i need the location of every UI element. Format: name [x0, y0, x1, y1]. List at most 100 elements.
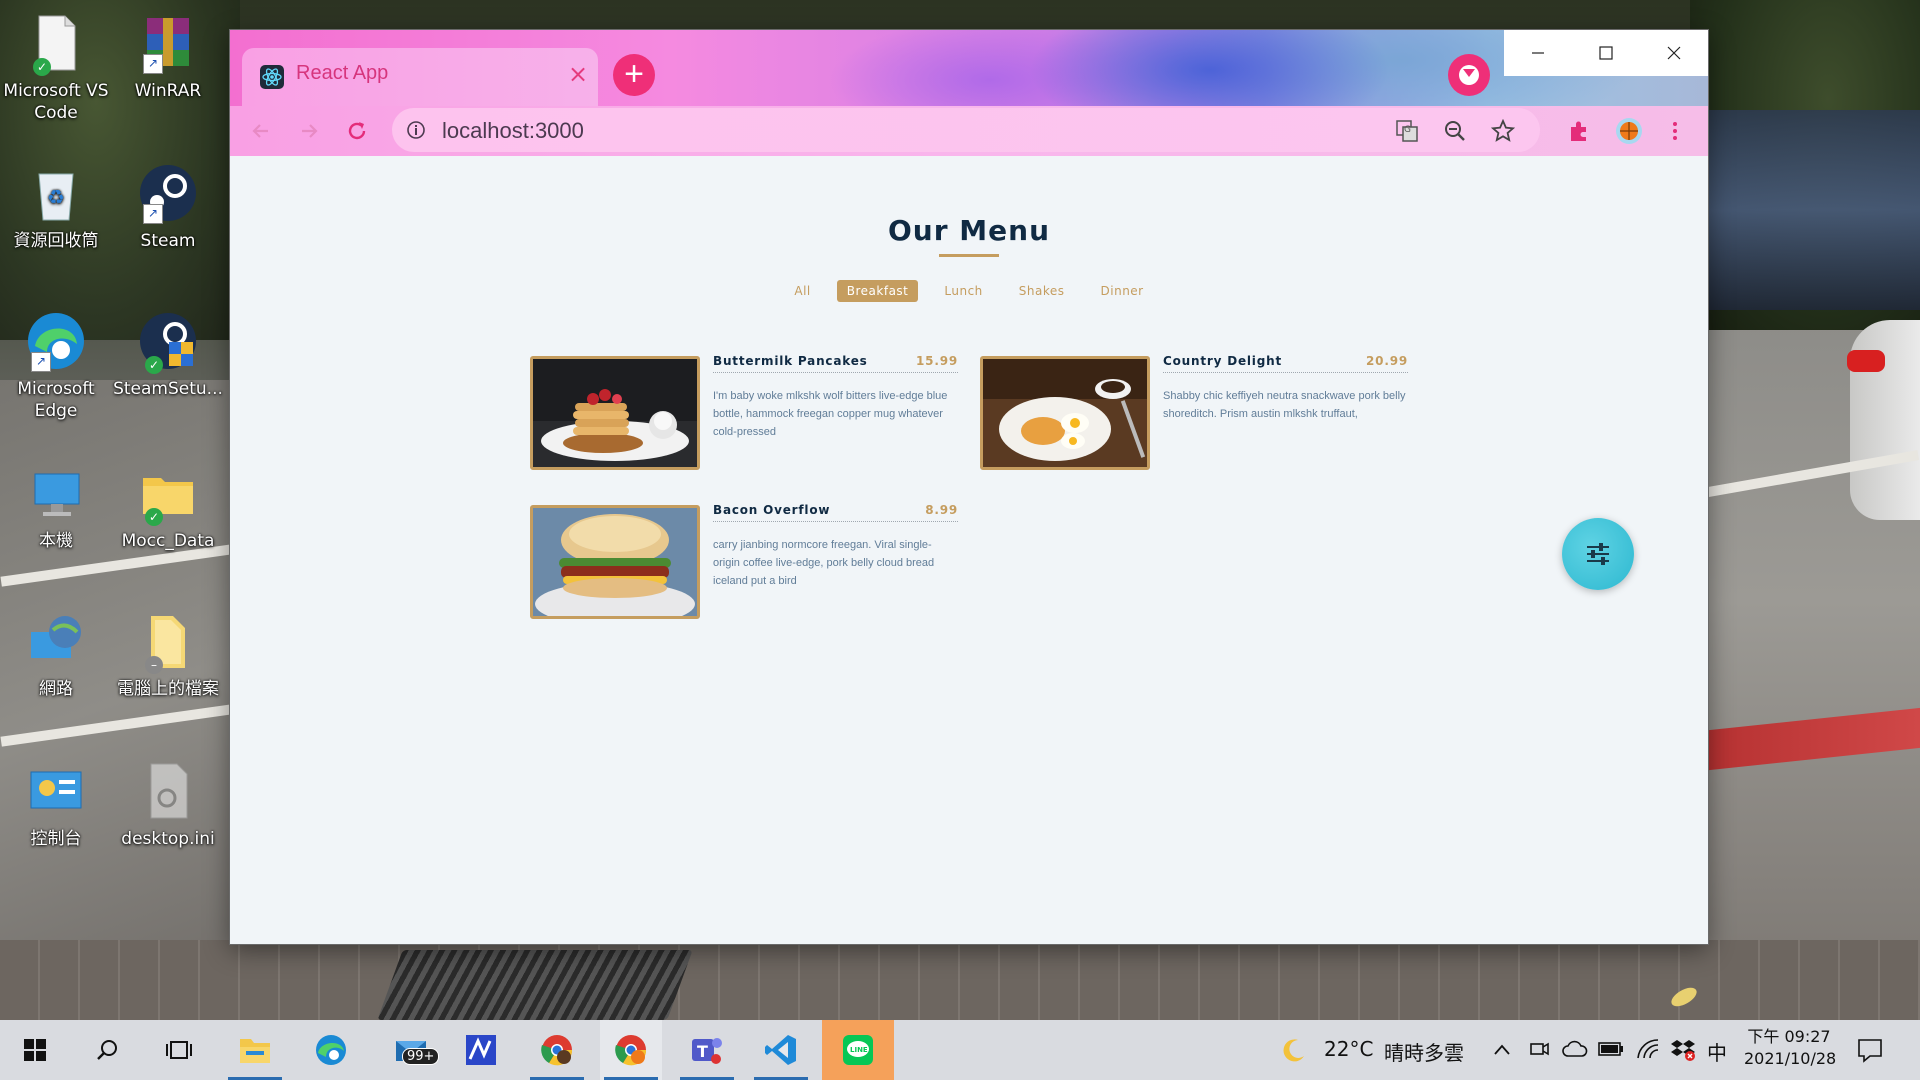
desktop-icon-label: 本機	[39, 531, 73, 551]
address-bar[interactable]: localhost:3000 G	[392, 108, 1540, 152]
back-button[interactable]	[244, 114, 278, 148]
new-tab-button[interactable]: +	[613, 54, 655, 96]
shortcut-arrow-icon: ↗	[143, 54, 163, 74]
bookmark-button[interactable]	[1488, 116, 1518, 146]
desktop-icon-label: desktop.ini	[121, 829, 215, 849]
mail-unread-badge: 99+	[402, 1048, 440, 1065]
taskbar-line[interactable]: LINE	[822, 1020, 894, 1080]
more-vert-icon	[1673, 122, 1677, 140]
browser-menu-button[interactable]	[1658, 114, 1692, 148]
filter-all-button[interactable]: All	[784, 280, 820, 302]
task-view-button[interactable]	[148, 1020, 210, 1080]
tab-react-app[interactable]: React App ×	[242, 48, 598, 106]
sync-ok-icon: ✓	[145, 508, 163, 526]
wallpaper-car-taillight	[1847, 350, 1885, 372]
taskbar-mail[interactable]: 99+	[380, 1020, 442, 1080]
desktop-icon-label: 電腦上的檔案	[117, 679, 219, 699]
item-name: Bacon Overflow	[713, 503, 831, 517]
browser-toolbar: localhost:3000 G	[230, 106, 1708, 156]
tab-title: React App	[296, 62, 389, 84]
svg-text:T: T	[697, 1042, 708, 1061]
weather-description[interactable]: 晴時多雲	[1384, 1037, 1464, 1066]
desktop-icon-this-pc[interactable]: 本機	[0, 462, 112, 552]
folder-icon: –	[137, 610, 199, 674]
network-icon	[25, 610, 87, 672]
svg-text:G: G	[1404, 125, 1411, 135]
item-description: I'm baby woke mlkshk wolf bitters live-e…	[713, 390, 948, 438]
menu-item: Country Delight 20.99 Shabby chic keffiy…	[980, 354, 1408, 470]
onedrive-cloud-icon[interactable]	[1562, 1038, 1588, 1060]
maximize-button[interactable]	[1572, 30, 1640, 76]
wifi-icon[interactable]	[1636, 1038, 1660, 1060]
clock[interactable]: 下午 09:27 2021/10/28	[1744, 1026, 1836, 1070]
zoom-out-icon	[1445, 121, 1465, 141]
desktop-icon-files-on-pc[interactable]: – 電腦上的檔案	[112, 610, 224, 700]
desktop-icon-winrar[interactable]: ↗ WinRAR	[112, 12, 224, 102]
country-delight-photo	[980, 356, 1150, 470]
desktop-icon-mocc-data[interactable]: ✓ Mocc_Data	[112, 462, 224, 552]
recycle-bin-icon: ♻	[25, 162, 87, 224]
desktop-icon-steamsetup[interactable]: ✓ SteamSetu...	[112, 310, 224, 400]
chrome-icon	[615, 1035, 647, 1066]
desktop-icon-vscode[interactable]: ✓ Microsoft VS Code	[0, 12, 112, 124]
tab-search-button[interactable]	[1448, 54, 1490, 96]
search-button[interactable]	[76, 1020, 138, 1080]
notification-icon[interactable]	[1856, 1036, 1884, 1064]
info-icon[interactable]	[406, 120, 426, 140]
category-filters: All Breakfast Lunch Shakes Dinner	[230, 280, 1708, 302]
search-icon	[97, 1040, 117, 1060]
start-button[interactable]	[4, 1020, 66, 1080]
taskbar-app-mm[interactable]	[450, 1020, 512, 1080]
taskbar-chrome-2[interactable]	[600, 1020, 662, 1080]
item-header: Bacon Overflow 8.99	[713, 503, 958, 522]
taskbar-file-explorer[interactable]	[224, 1020, 286, 1080]
floating-settings-button[interactable]	[1562, 518, 1634, 590]
reload-icon	[348, 122, 366, 140]
close-window-button[interactable]	[1640, 30, 1708, 76]
item-price: 8.99	[925, 503, 958, 517]
filter-dinner-button[interactable]: Dinner	[1091, 280, 1154, 302]
taskbar-vscode[interactable]	[750, 1020, 812, 1080]
svg-text:LINE: LINE	[850, 1046, 868, 1054]
tab-close-icon[interactable]: ×	[568, 60, 588, 88]
zoom-button[interactable]	[1440, 116, 1470, 146]
reload-button[interactable]	[340, 114, 374, 148]
chevron-up-icon[interactable]	[1492, 1040, 1512, 1060]
desktop-icon-edge[interactable]: ↗ Microsoft Edge	[0, 310, 112, 422]
vscode-icon	[765, 1035, 796, 1065]
desktop-icon-network[interactable]: 網路	[0, 610, 112, 700]
desktop-icon-label: SteamSetu...	[113, 379, 223, 399]
translate-icon: G	[1396, 120, 1418, 142]
dropbox-error-icon[interactable]	[1670, 1038, 1696, 1062]
forward-button[interactable]	[292, 114, 326, 148]
taskbar-teams[interactable]: T	[676, 1020, 738, 1080]
desktop-icon-desktop-ini[interactable]: desktop.ini	[112, 760, 224, 850]
extensions-button[interactable]	[1562, 114, 1596, 148]
minimize-button[interactable]	[1504, 30, 1572, 76]
ime-indicator[interactable]: 中	[1707, 1037, 1727, 1066]
desktop-icon-steam[interactable]: ↗ Steam	[112, 162, 224, 252]
desktop-icon-label: 網路	[39, 679, 73, 699]
filter-breakfast-button[interactable]: Breakfast	[836, 280, 919, 302]
tab-strip: React App × +	[230, 30, 1708, 106]
translate-button[interactable]: G	[1392, 116, 1422, 146]
desktop-icon-control-panel[interactable]: 控制台	[0, 760, 112, 850]
bacon-overflow-photo	[530, 505, 700, 619]
edge-icon	[316, 1035, 346, 1065]
taskbar-chrome-1[interactable]	[526, 1020, 588, 1080]
desktop-icon-recycle-bin[interactable]: ♻ 資源回收筒	[0, 162, 112, 252]
meet-now-icon[interactable]	[1528, 1038, 1550, 1060]
weather-temperature[interactable]: 22°C	[1324, 1037, 1373, 1061]
window-controls	[1504, 30, 1708, 76]
chevron-down-icon	[1463, 69, 1475, 77]
winrar-icon: ↗	[137, 12, 199, 74]
folder-icon	[240, 1039, 270, 1063]
filter-shakes-button[interactable]: Shakes	[1009, 280, 1075, 302]
item-description: carry jianbing normcore freegan. Viral s…	[713, 539, 935, 587]
filter-lunch-button[interactable]: Lunch	[934, 280, 992, 302]
taskbar-edge[interactable]	[300, 1020, 362, 1080]
item-header: Buttermilk Pancakes 15.99	[713, 354, 958, 373]
sliders-icon	[1587, 543, 1609, 565]
profile-avatar[interactable]	[1612, 114, 1646, 148]
battery-icon[interactable]	[1598, 1040, 1624, 1058]
